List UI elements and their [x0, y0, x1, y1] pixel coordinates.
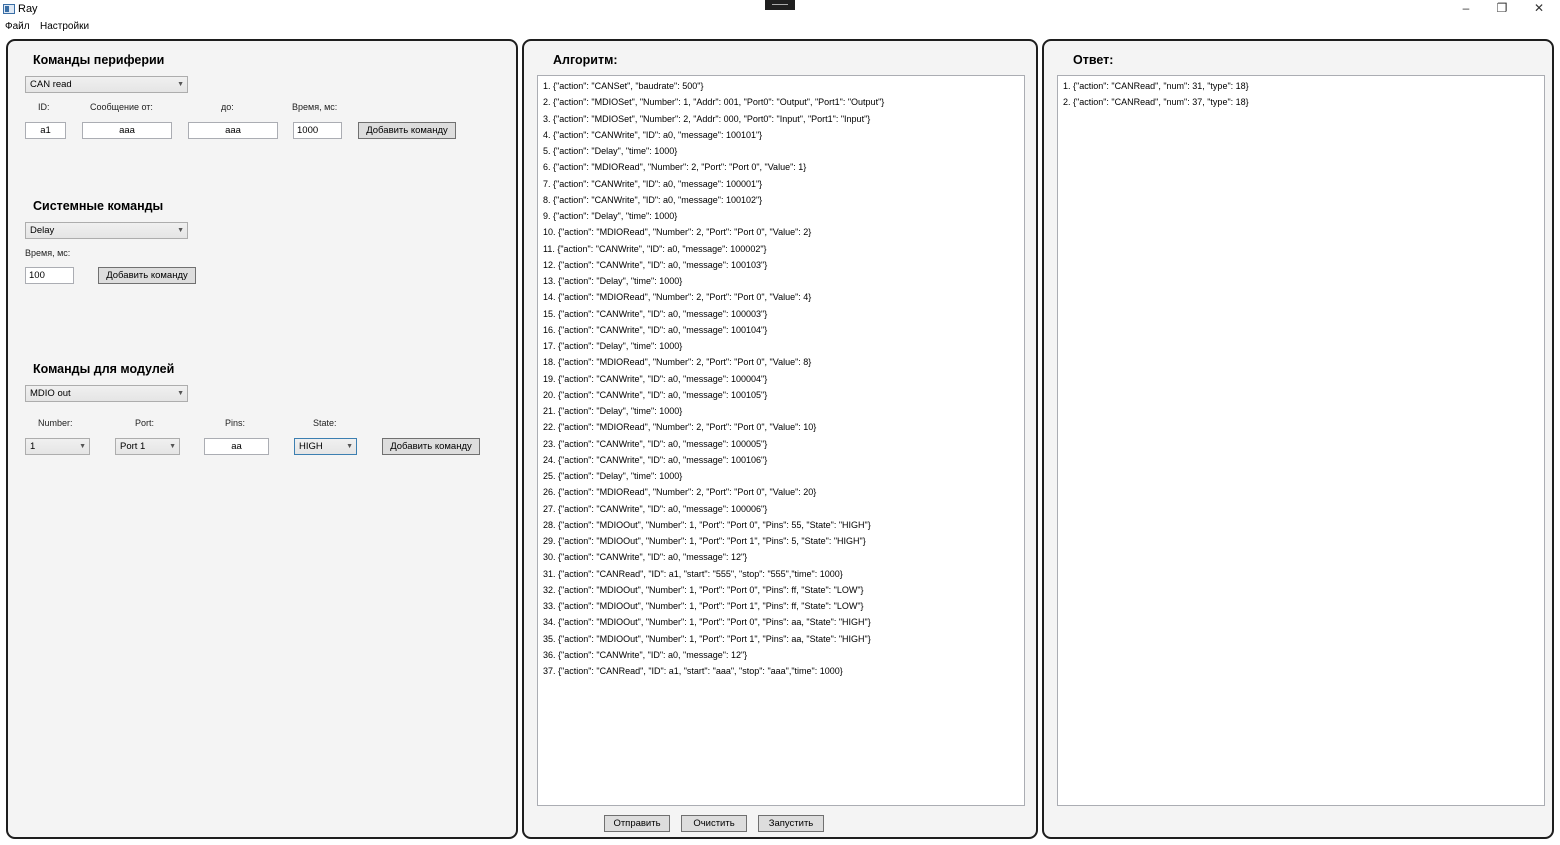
module-command-select[interactable]: MDIO out ▼	[25, 385, 188, 402]
algorithm-list-item[interactable]: 10. {"action": "MDIORead", "Number": 2, …	[543, 224, 1019, 240]
algorithm-list-item[interactable]: 21. {"action": "Delay", "time": 1000}	[543, 403, 1019, 419]
port-select[interactable]: Port 1 ▼	[115, 438, 180, 455]
system-select-value: Delay	[30, 225, 55, 236]
pins-label: Pins:	[225, 418, 246, 428]
algorithm-list-item[interactable]: 37. {"action": "CANRead", "ID": a1, "sta…	[543, 663, 1019, 679]
clear-button[interactable]: Очистить	[681, 815, 747, 832]
system-command-select[interactable]: Delay ▼	[25, 222, 188, 239]
add-peripheral-command-button[interactable]: Добавить команду	[358, 122, 456, 139]
modules-title: Команды для модулей	[33, 362, 175, 376]
algorithm-list-item[interactable]: 28. {"action": "MDIOOut", "Number": 1, "…	[543, 517, 1019, 533]
state-select-value: HIGH	[299, 441, 323, 452]
algorithm-panel: Алгоритм: 1. {"action": "CANSet", "baudr…	[522, 39, 1038, 839]
algorithm-list-item[interactable]: 3. {"action": "MDIOSet", "Number": 2, "A…	[543, 111, 1019, 127]
algorithm-list-item[interactable]: 13. {"action": "Delay", "time": 1000}	[543, 273, 1019, 289]
number-select[interactable]: 1 ▼	[25, 438, 90, 455]
menu-settings[interactable]: Настройки	[40, 21, 89, 32]
number-label: Number:	[38, 418, 73, 428]
algorithm-list-item[interactable]: 17. {"action": "Delay", "time": 1000}	[543, 338, 1019, 354]
id-input[interactable]: a1	[25, 122, 66, 139]
commands-panel: Команды периферии CAN read ▼ ID: Сообщен…	[6, 39, 518, 839]
response-list[interactable]: 1. {"action": "CANRead", "num": 31, "typ…	[1057, 75, 1545, 806]
port-select-value: Port 1	[120, 441, 146, 452]
algorithm-list-item[interactable]: 20. {"action": "CANWrite", "ID": a0, "me…	[543, 387, 1019, 403]
pins-input[interactable]: aa	[204, 438, 269, 455]
peripheral-select-value: CAN read	[30, 79, 72, 90]
algorithm-list-item[interactable]: 32. {"action": "MDIOOut", "Number": 1, "…	[543, 582, 1019, 598]
time-label: Время, мс:	[292, 102, 338, 112]
chevron-down-icon: ▼	[177, 81, 184, 88]
send-button[interactable]: Отправить	[604, 815, 670, 832]
algorithm-list-item[interactable]: 12. {"action": "CANWrite", "ID": a0, "me…	[543, 257, 1019, 273]
state-select[interactable]: HIGH ▼	[294, 438, 357, 455]
algorithm-list-item[interactable]: 16. {"action": "CANWrite", "ID": a0, "me…	[543, 322, 1019, 338]
algorithm-list-item[interactable]: 18. {"action": "MDIORead", "Number": 2, …	[543, 354, 1019, 370]
algorithm-list-item[interactable]: 35. {"action": "MDIOOut", "Number": 1, "…	[543, 631, 1019, 647]
algorithm-list-item[interactable]: 34. {"action": "MDIOOut", "Number": 1, "…	[543, 614, 1019, 630]
algorithm-list-item[interactable]: 26. {"action": "MDIORead", "Number": 2, …	[543, 484, 1019, 500]
algorithm-list-item[interactable]: 2. {"action": "MDIOSet", "Number": 1, "A…	[543, 94, 1019, 110]
state-label: State:	[313, 418, 337, 428]
algorithm-list-item[interactable]: 19. {"action": "CANWrite", "ID": a0, "me…	[543, 371, 1019, 387]
window-title: Ray	[18, 3, 38, 15]
chevron-down-icon: ▼	[79, 443, 86, 450]
algorithm-list-item[interactable]: 22. {"action": "MDIORead", "Number": 2, …	[543, 419, 1019, 435]
delay-time-label: Время, мс:	[25, 248, 71, 258]
peripheral-command-select[interactable]: CAN read ▼	[25, 76, 188, 93]
module-select-value: MDIO out	[30, 388, 71, 399]
algorithm-list-item[interactable]: 15. {"action": "CANWrite", "ID": a0, "me…	[543, 306, 1019, 322]
algorithm-list-item[interactable]: 14. {"action": "MDIORead", "Number": 2, …	[543, 289, 1019, 305]
algorithm-list-item[interactable]: 27. {"action": "CANWrite", "ID": a0, "me…	[543, 501, 1019, 517]
algorithm-list-item[interactable]: 36. {"action": "CANWrite", "ID": a0, "me…	[543, 647, 1019, 663]
port-label: Port:	[135, 418, 155, 428]
response-panel: Ответ: 1. {"action": "CANRead", "num": 3…	[1042, 39, 1554, 839]
algorithm-list-item[interactable]: 8. {"action": "CANWrite", "ID": a0, "mes…	[543, 192, 1019, 208]
message-from-input[interactable]: aaa	[82, 122, 172, 139]
algorithm-list-item[interactable]: 33. {"action": "MDIOOut", "Number": 1, "…	[543, 598, 1019, 614]
algorithm-list-item[interactable]: 11. {"action": "CANWrite", "ID": a0, "me…	[543, 241, 1019, 257]
response-list-item[interactable]: 2. {"action": "CANRead", "num": 37, "typ…	[1063, 94, 1539, 110]
add-module-command-button[interactable]: Добавить команду	[382, 438, 480, 455]
message-to-label: до:	[221, 102, 234, 112]
algorithm-list-item[interactable]: 30. {"action": "CANWrite", "ID": a0, "me…	[543, 549, 1019, 565]
algorithm-title: Алгоритм:	[553, 53, 618, 67]
minimize-button[interactable]: –	[1448, 0, 1484, 17]
drag-handle[interactable]	[765, 0, 795, 10]
algorithm-list-item[interactable]: 23. {"action": "CANWrite", "ID": a0, "me…	[543, 436, 1019, 452]
chevron-down-icon: ▼	[177, 390, 184, 397]
chevron-down-icon: ▼	[169, 443, 176, 450]
chevron-down-icon: ▼	[177, 227, 184, 234]
maximize-button[interactable]: ❐	[1484, 0, 1520, 17]
app-icon	[3, 4, 15, 14]
peripheral-title: Команды периферии	[33, 53, 165, 67]
algorithm-list-item[interactable]: 24. {"action": "CANWrite", "ID": a0, "me…	[543, 452, 1019, 468]
response-list-item[interactable]: 1. {"action": "CANRead", "num": 31, "typ…	[1063, 78, 1539, 94]
menu-file[interactable]: Файл	[5, 21, 30, 32]
title-bar: Ray – ❐ ✕	[0, 0, 1560, 18]
algorithm-list-item[interactable]: 9. {"action": "Delay", "time": 1000}	[543, 208, 1019, 224]
add-system-command-button[interactable]: Добавить команду	[98, 267, 196, 284]
close-button[interactable]: ✕	[1521, 0, 1557, 17]
algorithm-list-item[interactable]: 29. {"action": "MDIOOut", "Number": 1, "…	[543, 533, 1019, 549]
time-input[interactable]: 1000	[293, 122, 342, 139]
algorithm-list-item[interactable]: 1. {"action": "CANSet", "baudrate": 500"…	[543, 78, 1019, 94]
run-button[interactable]: Запустить	[758, 815, 824, 832]
chevron-down-icon: ▼	[346, 443, 353, 450]
number-select-value: 1	[30, 441, 36, 452]
system-title: Системные команды	[33, 199, 164, 213]
algorithm-list-item[interactable]: 25. {"action": "Delay", "time": 1000}	[543, 468, 1019, 484]
response-title: Ответ:	[1073, 53, 1114, 67]
algorithm-list-item[interactable]: 7. {"action": "CANWrite", "ID": a0, "mes…	[543, 176, 1019, 192]
menu-bar: Файл Настройки	[0, 18, 1560, 36]
id-label: ID:	[38, 102, 50, 112]
algorithm-list-item[interactable]: 6. {"action": "MDIORead", "Number": 2, "…	[543, 159, 1019, 175]
message-to-input[interactable]: aaa	[188, 122, 278, 139]
message-from-label: Сообщение от:	[90, 102, 153, 112]
algorithm-list-item[interactable]: 31. {"action": "CANRead", "ID": a1, "sta…	[543, 566, 1019, 582]
delay-time-input[interactable]: 100	[25, 267, 74, 284]
algorithm-list-item[interactable]: 5. {"action": "Delay", "time": 1000}	[543, 143, 1019, 159]
algorithm-list-item[interactable]: 4. {"action": "CANWrite", "ID": a0, "mes…	[543, 127, 1019, 143]
algorithm-list[interactable]: 1. {"action": "CANSet", "baudrate": 500"…	[537, 75, 1025, 806]
client-area: Команды периферии CAN read ▼ ID: Сообщен…	[0, 36, 1560, 845]
